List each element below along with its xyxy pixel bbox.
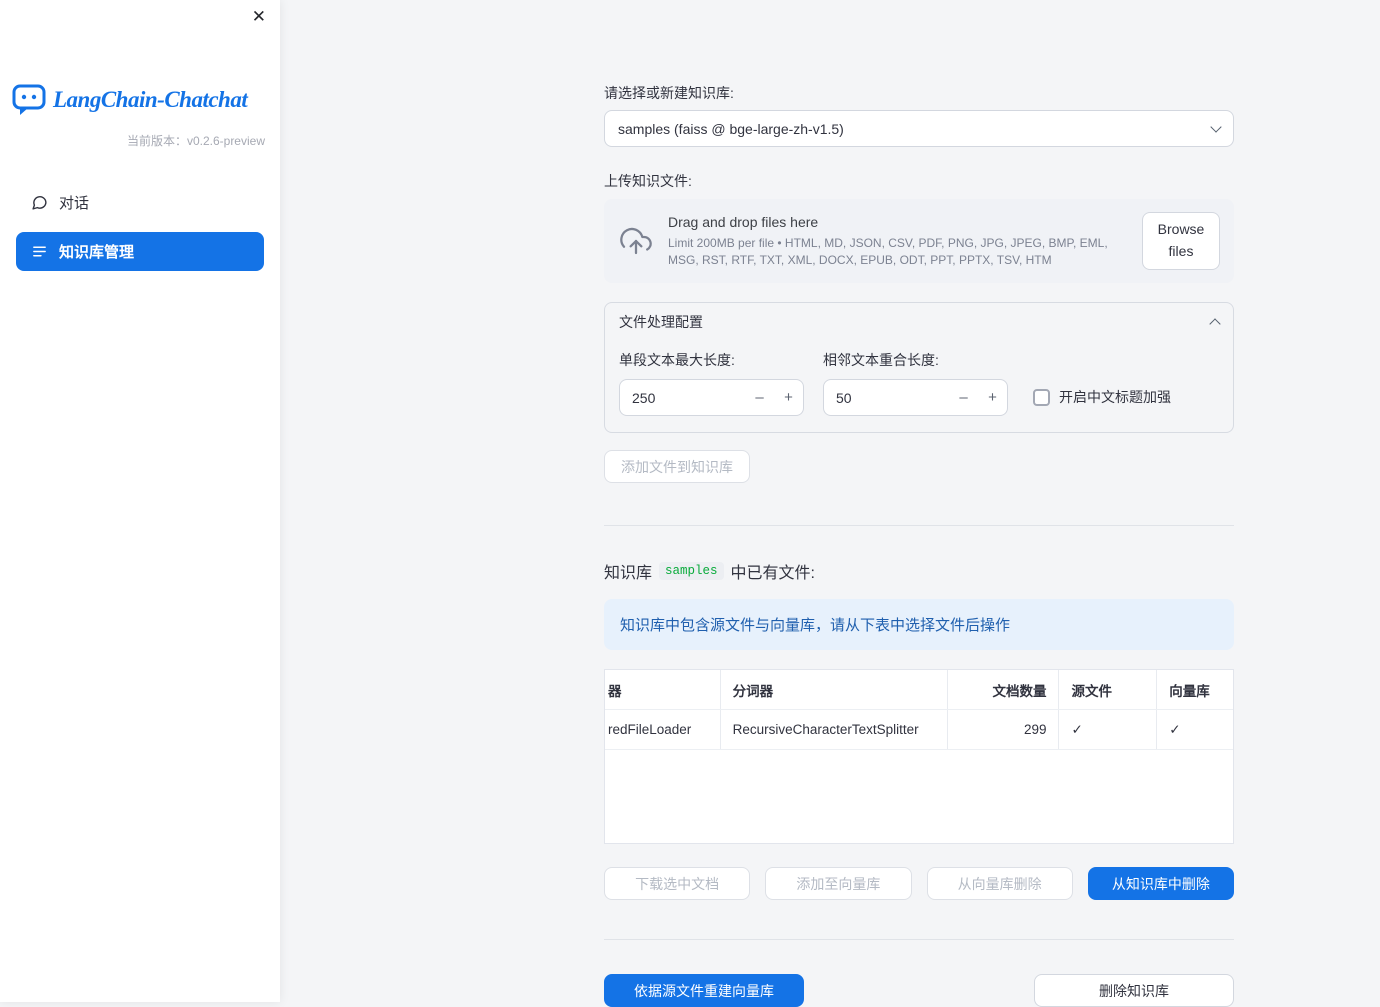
kb-selectbox[interactable]: samples (faiss @ bge-large-zh-v1.5) <box>604 110 1234 147</box>
minus-icon[interactable]: – <box>949 389 978 406</box>
sidebar-item-knowledge-base[interactable]: 知识库管理 <box>16 232 264 271</box>
add-to-vector-store-button[interactable]: 添加至向量库 <box>765 867 912 900</box>
plus-icon[interactable]: + <box>978 389 1007 406</box>
chunk-size-label: 单段文本最大长度: <box>619 352 735 368</box>
chevron-up-icon <box>1209 318 1221 330</box>
add-files-to-kb-button[interactable]: 添加文件到知识库 <box>604 450 750 483</box>
overlap-stepper[interactable]: 50 – + <box>823 379 1008 416</box>
delete-from-kb-button[interactable]: 从知识库中删除 <box>1087 867 1234 900</box>
browse-files-button[interactable]: Browse files <box>1142 212 1220 270</box>
upload-label: 上传知识文件: <box>604 173 692 189</box>
zh-title-enhance-option[interactable]: 开启中文标题加强 <box>1033 387 1219 407</box>
zh-title-enhance-field: 开启中文标题加强 <box>1027 350 1219 416</box>
column-header-doc-count[interactable]: 文档数量 <box>946 670 1059 709</box>
kb-name-code: samples <box>659 562 724 580</box>
expander-title: 文件处理配置 <box>619 314 703 330</box>
dropzone-limit: Limit 200MB per file • HTML, MD, JSON, C… <box>668 236 1108 267</box>
sidebar-menu: 对话 知识库管理 <box>16 183 264 271</box>
column-header-vector-store[interactable]: 向量库 <box>1156 670 1233 709</box>
zh-title-enhance-checkbox[interactable] <box>1033 388 1050 406</box>
chunk-size-stepper[interactable]: 250 – + <box>619 379 804 416</box>
existing-files-line: 知识库 samples 中已有文件: <box>604 559 1234 583</box>
files-table[interactable]: 器 分词器 文档数量 源文件 向量库 redFileLoader Recursi… <box>604 669 1234 844</box>
existing-suffix: 中已有文件: <box>730 565 815 582</box>
minus-icon[interactable]: – <box>745 389 774 406</box>
table-empty-area <box>605 750 1233 843</box>
download-selected-button[interactable]: 下载选中文档 <box>604 867 751 900</box>
expander-header[interactable]: 文件处理配置 <box>619 303 1221 341</box>
divider <box>604 939 1234 940</box>
app-logo: LangChain-Chatchat <box>0 84 280 116</box>
column-header-loader[interactable]: 器 <box>605 670 720 709</box>
main-content: 请选择或新建知识库: samples (faiss @ bge-large-zh… <box>604 0 1234 1007</box>
upload-cloud-icon <box>620 225 652 257</box>
delete-from-vector-store-button[interactable]: 从向量库删除 <box>926 867 1073 900</box>
knowledge-base-list-icon <box>31 243 48 260</box>
zh-title-enhance-label: 开启中文标题加强 <box>1059 389 1171 405</box>
sidebar: ✕ LangChain-Chatchat 当前版本：v0.2.6-preview… <box>0 0 280 1002</box>
cell-loader[interactable]: redFileLoader <box>605 710 720 749</box>
plus-icon[interactable]: + <box>774 389 803 406</box>
chunk-size-value[interactable]: 250 <box>620 390 745 406</box>
file-actions-row: 下载选中文档 添加至向量库 从向量库删除 从知识库中删除 <box>604 867 1234 900</box>
delete-kb-button[interactable]: 删除知识库 <box>1034 974 1234 1007</box>
overlap-value[interactable]: 50 <box>824 390 949 406</box>
chevron-down-icon <box>1210 121 1222 133</box>
logo-chat-icon <box>12 84 46 116</box>
file-config-expander: 文件处理配置 单段文本最大长度: 250 – + 相邻文本重合长度: 50 – … <box>604 302 1234 433</box>
expander-body: 单段文本最大长度: 250 – + 相邻文本重合长度: 50 – + 开启中文标… <box>619 350 1219 416</box>
table-header-row: 器 分词器 文档数量 源文件 向量库 <box>605 670 1233 710</box>
chat-bubble-icon <box>31 194 48 211</box>
version-label: 当前版本：v0.2.6-preview <box>126 134 265 148</box>
column-header-source-file[interactable]: 源文件 <box>1058 670 1156 709</box>
logo-text: LangChain-Chatchat <box>53 87 248 112</box>
file-dropzone[interactable]: Drag and drop files here Limit 200MB per… <box>604 199 1234 283</box>
chunk-size-field: 单段文本最大长度: 250 – + <box>619 350 804 416</box>
existing-prefix: 知识库 <box>604 565 653 582</box>
column-header-splitter[interactable]: 分词器 <box>719 670 947 709</box>
sidebar-item-dialogue[interactable]: 对话 <box>16 183 264 222</box>
table-row[interactable]: redFileLoader RecursiveCharacterTextSpli… <box>605 710 1233 750</box>
divider <box>604 525 1234 526</box>
sidebar-item-label: 知识库管理 <box>59 244 135 261</box>
cell-splitter[interactable]: RecursiveCharacterTextSplitter <box>719 710 947 749</box>
overlap-label: 相邻文本重合长度: <box>823 352 939 368</box>
cell-source-file-check[interactable]: ✓ <box>1058 710 1156 749</box>
cell-vector-store-check[interactable]: ✓ <box>1156 710 1233 749</box>
rebuild-vector-store-button[interactable]: 依据源文件重建向量库 <box>604 974 804 1007</box>
dropzone-title: Drag and drop files here <box>668 214 819 231</box>
cell-doc-count[interactable]: 299 <box>946 710 1059 749</box>
kb-selected-value: samples (faiss @ bge-large-zh-v1.5) <box>618 120 844 137</box>
overlap-field: 相邻文本重合长度: 50 – + <box>823 350 1008 416</box>
close-icon[interactable]: ✕ <box>252 8 266 25</box>
kb-select-label: 请选择或新建知识库: <box>604 85 734 101</box>
info-banner: 知识库中包含源文件与向量库，请从下表中选择文件后操作 <box>604 599 1234 650</box>
sidebar-item-label: 对话 <box>59 195 90 212</box>
kb-actions-row: 依据源文件重建向量库 删除知识库 <box>604 974 1234 1007</box>
dropzone-text: Drag and drop files here Limit 200MB per… <box>668 214 1126 267</box>
